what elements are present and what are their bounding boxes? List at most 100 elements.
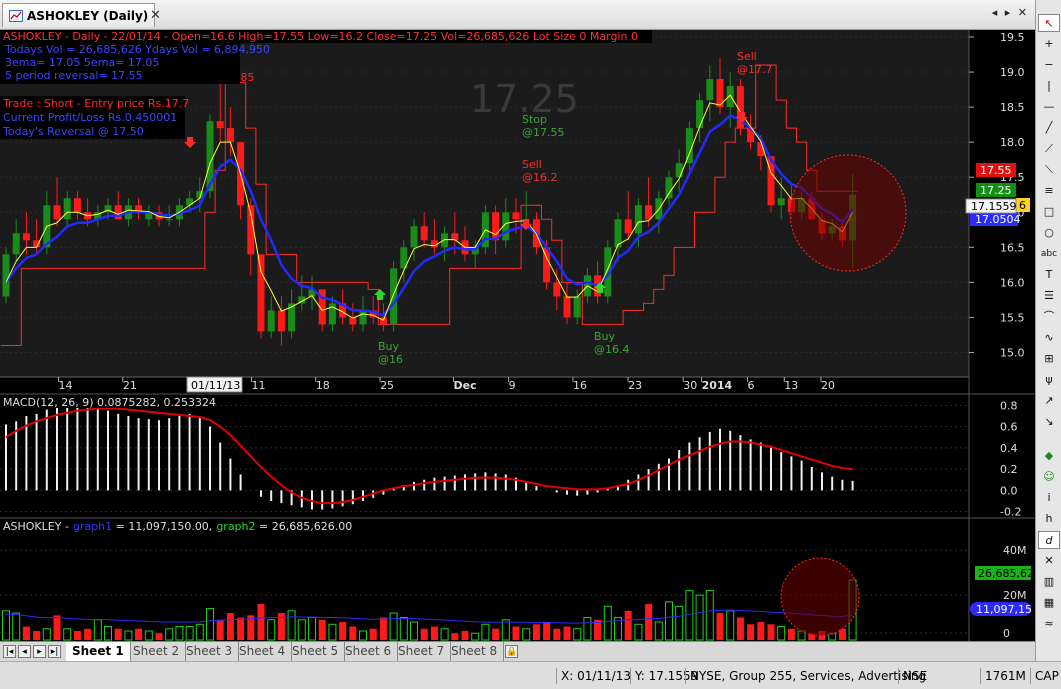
candle-body	[165, 219, 173, 221]
exchange-info: NYSE, Group 255, Services, Advertising	[685, 668, 930, 684]
macd-y-tick-label: 0.4	[1000, 442, 1018, 455]
magnet-icon[interactable]: ◆	[1038, 447, 1060, 465]
ladder-icon[interactable]: ▥	[1038, 573, 1060, 591]
highlight-circle-volume	[780, 557, 860, 637]
x-axis-ticks: 142128111825Dec9162330201461320	[58, 377, 835, 392]
x-readout: X: 01/11/13	[556, 668, 635, 684]
y-tick-label: 16.0	[1000, 276, 1025, 289]
last-sheet-button[interactable]: ▸|	[48, 645, 61, 658]
candle-body	[359, 310, 367, 325]
chart-canvas[interactable]: 0.80.60.40.20.0-0.2 40M20M0 17.25 Sell@1…	[0, 30, 1035, 641]
arrow-down-icon[interactable]: ↘	[1038, 413, 1060, 431]
volume-bar	[22, 626, 30, 640]
candle	[390, 261, 398, 332]
candle-body	[257, 254, 265, 332]
x-tick-label: 16	[573, 379, 587, 392]
sheet-tab[interactable]: Sheet 3	[180, 642, 240, 661]
prev-sheet-button[interactable]: ◂	[18, 645, 31, 658]
trend-line-icon[interactable]: ╱	[1038, 119, 1060, 137]
x-tick-label: 14	[59, 379, 73, 392]
close-icon[interactable]: ✕	[1038, 552, 1060, 570]
x-tick-label: 23	[628, 379, 642, 392]
macd-y-tick-label: -0.2	[1000, 506, 1021, 519]
chart-area[interactable]: 0.80.60.40.20.0-0.2 40M20M0 17.25 Sell@1…	[0, 30, 1035, 641]
sheet-tab[interactable]: Sheet 2	[127, 642, 187, 661]
rectangle-icon[interactable]: □	[1038, 203, 1060, 221]
andrews-pitchfork-icon[interactable]: ψ	[1038, 371, 1060, 389]
next-sheet-button[interactable]: ▸	[33, 645, 46, 658]
candle-body	[563, 296, 571, 318]
volume-bar	[716, 613, 724, 640]
channel-icon[interactable]: ≡	[1038, 182, 1060, 200]
fibonacci-icon[interactable]: ☰	[1038, 287, 1060, 305]
marker-label: Sell	[737, 50, 757, 63]
cursor-icon[interactable]: ↖	[1038, 14, 1060, 32]
volume-bar	[349, 626, 357, 640]
partial-tag-label: 6	[1019, 199, 1026, 212]
italic-i-icon[interactable]: i	[1038, 489, 1060, 507]
smiley-icon[interactable]: ☺	[1038, 468, 1060, 486]
volume-bar	[563, 626, 571, 640]
candle-body	[624, 219, 632, 234]
marker-price: @17.7	[737, 63, 773, 76]
volume-bar	[787, 628, 795, 640]
volume-bar	[543, 622, 551, 640]
arc-icon[interactable]: ⌒	[1038, 308, 1060, 326]
sheet-tab[interactable]: Sheet 8	[445, 642, 505, 661]
candle-body	[410, 226, 418, 248]
sheet-tab[interactable]: Sheet 5	[286, 642, 346, 661]
text-box-icon[interactable]: T	[1038, 266, 1060, 284]
candle-body	[726, 86, 734, 108]
sheet-tab[interactable]: Sheet 6	[339, 642, 399, 661]
extended-line-icon[interactable]: ⟍	[1038, 161, 1060, 179]
candle-body	[216, 121, 224, 129]
wave-icon[interactable]: ≈	[1038, 615, 1060, 633]
info-line: 5 period reversal= 17.55	[5, 69, 143, 82]
volume-bar	[512, 626, 520, 640]
zoom-out-icon[interactable]: −	[1038, 56, 1060, 74]
x-tick-label: 2014	[702, 379, 733, 392]
d-icon[interactable]: d	[1038, 531, 1060, 549]
y-tick-label: 15.0	[1000, 346, 1025, 359]
zoom-in-icon[interactable]: +	[1038, 35, 1060, 53]
candle-body	[420, 226, 428, 241]
candle-body	[696, 100, 704, 129]
x-tick-label: Dec	[454, 379, 477, 392]
marker-label: Buy	[594, 330, 616, 343]
high-price-tag-label: 17.55	[980, 164, 1012, 177]
volume-bar	[257, 604, 265, 640]
amibroker-window: ASHOKLEY (Daily) ✕ ◂ ▸ ✕ 0.8 0.6 0.4 0.2 0.0…	[0, 0, 1061, 689]
cycles-icon[interactable]: ∿	[1038, 329, 1060, 347]
x-tick-label: 30	[683, 379, 697, 392]
close-tab-icon[interactable]: ✕	[150, 8, 161, 23]
candle-body	[573, 296, 581, 318]
x-tick-label: 25	[380, 379, 394, 392]
vertical-line-icon[interactable]: |	[1038, 77, 1060, 95]
sheet-tab[interactable]: Sheet 7	[392, 642, 452, 661]
candle-body	[441, 233, 449, 248]
first-sheet-button[interactable]: |◂	[3, 645, 16, 658]
candle-body	[22, 233, 30, 241]
gann-icon[interactable]: ⊞	[1038, 350, 1060, 368]
lock-icon[interactable]: 🔒	[505, 645, 518, 658]
ellipse-icon[interactable]: ○	[1038, 224, 1060, 242]
grid-icon[interactable]: ▦	[1038, 594, 1060, 612]
ray-icon[interactable]: ⟋	[1038, 140, 1060, 158]
graph2-value: = 26,685,626.00	[256, 520, 353, 533]
arrow-up-icon[interactable]: ↗	[1038, 392, 1060, 410]
sheet-tab[interactable]: Sheet 1	[66, 642, 131, 661]
tab-scroll-arrows[interactable]: ◂ ▸ ✕	[992, 6, 1029, 19]
text-icon[interactable]: abc	[1038, 245, 1060, 263]
volume-bar	[430, 626, 438, 640]
chart-document-tab[interactable]: ASHOKLEY (Daily)	[2, 3, 156, 27]
h-icon[interactable]: h	[1038, 510, 1060, 528]
trade-line: Today's Reversal @ 17.50	[2, 125, 144, 138]
cursor-price-tag-label: 17.1559	[971, 200, 1017, 213]
marker-label: Stop	[522, 113, 547, 126]
candle-body	[675, 163, 683, 178]
sheet-tab[interactable]: Sheet 4	[233, 642, 293, 661]
marker-price: @16	[378, 353, 403, 366]
horizontal-line-icon[interactable]: —	[1038, 98, 1060, 116]
trade-line: Current Profit/Loss Rs.0.450001	[3, 111, 177, 124]
volume-bar	[767, 624, 775, 640]
